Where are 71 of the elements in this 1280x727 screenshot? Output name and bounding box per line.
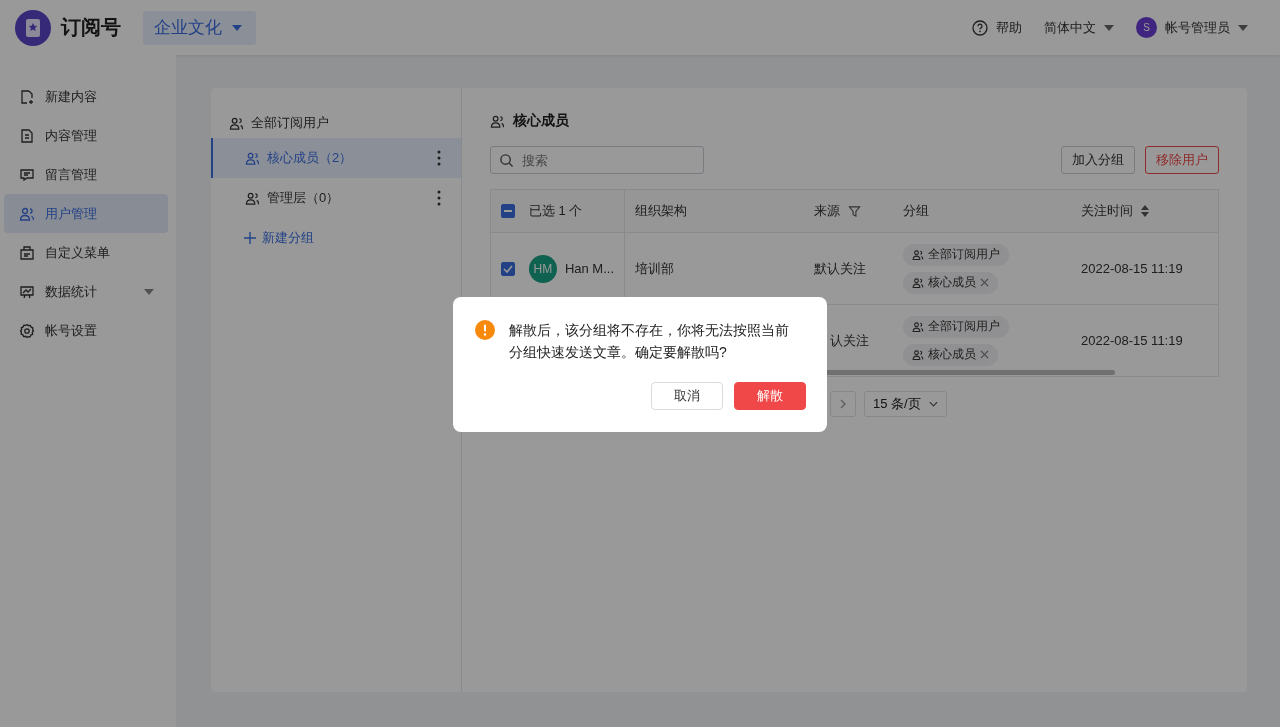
user-avatar: S <box>1136 17 1157 38</box>
new-group-link[interactable]: 新建分组 <box>211 218 314 258</box>
action-button[interactable]: 加入分组 <box>1061 146 1135 174</box>
all-users-item[interactable]: 全部订阅用户 <box>211 108 461 138</box>
filter-icon[interactable] <box>848 204 861 218</box>
column-header: 已选 1 个 <box>529 202 583 220</box>
table-cell: 2022-08-15 11:19 <box>1081 261 1183 276</box>
dialog-button[interactable]: 取消 <box>651 382 723 410</box>
group-item[interactable]: 管理层（0） <box>211 178 461 218</box>
close-icon[interactable] <box>980 278 989 287</box>
sidebar-item[interactable]: 新建内容 <box>4 77 168 116</box>
sidebar-item[interactable]: 帐号设置 <box>4 311 168 350</box>
group-tag: 核心成员 <box>903 343 998 366</box>
plus-icon <box>244 232 256 244</box>
comment-icon <box>19 166 35 183</box>
table-cell: 2022-08-15 11:19 <box>1081 333 1183 348</box>
page-size-dropdown[interactable]: 15 条/页 <box>864 391 947 417</box>
caret-icon <box>232 24 242 31</box>
app-title: 订阅号 <box>61 15 121 40</box>
caret-icon <box>1104 24 1114 31</box>
search-field[interactable]: 搜索 <box>490 146 704 174</box>
sort-icon[interactable] <box>1141 205 1149 217</box>
table-cell: 培训部 <box>635 259 674 278</box>
sidebar-item[interactable]: 留言管理 <box>4 155 168 194</box>
chart-icon <box>19 283 35 300</box>
new-file-icon <box>19 88 35 105</box>
caret-icon <box>1238 24 1248 31</box>
user-name: Han M... <box>564 261 614 276</box>
user-avatar: HM <box>528 254 557 283</box>
users-icon <box>490 113 505 129</box>
help-link[interactable]: 帮助 <box>972 18 1022 37</box>
document-icon <box>19 127 35 144</box>
column-header: 组织架构 <box>635 202 687 220</box>
sidebar-item[interactable]: 自定义菜单 <box>4 233 168 272</box>
more-icon[interactable] <box>437 190 441 206</box>
users-icon <box>245 150 260 166</box>
dialog-message: 解散后，该分组将不存在，你将无法按照当前分组快速发送文章。确定要解散吗? <box>509 321 790 362</box>
select-all-checkbox[interactable] <box>501 204 515 218</box>
users-icon <box>912 348 924 361</box>
dialog-button[interactable]: 解散 <box>734 382 806 410</box>
logo-icon <box>15 9 51 46</box>
sidebar-item[interactable]: 数据统计 <box>4 272 168 311</box>
column-header: 分组 <box>903 202 929 220</box>
group-tag: 全部订阅用户 <box>903 315 1009 338</box>
sidebar-item[interactable]: 内容管理 <box>4 116 168 155</box>
column-header: 来源 <box>814 202 840 220</box>
warning-icon <box>475 320 495 340</box>
group-item[interactable]: 核心成员（2） <box>211 138 461 178</box>
help-icon <box>972 19 988 36</box>
column-header: 关注时间 <box>1081 202 1133 220</box>
users-icon <box>229 115 244 131</box>
users-icon <box>912 248 924 261</box>
more-icon[interactable] <box>437 150 441 166</box>
caret-icon[interactable] <box>144 288 154 295</box>
settings-icon <box>19 322 35 339</box>
chevron-down-icon <box>928 401 938 407</box>
users-icon <box>912 276 924 289</box>
users-icon <box>245 190 260 206</box>
panel-title: 核心成员 <box>513 112 569 130</box>
group-tag: 核心成员 <box>903 271 998 294</box>
table-cell: 默认关注 <box>814 259 866 278</box>
table-cell: 认关注 <box>830 331 869 350</box>
close-icon[interactable] <box>980 350 989 359</box>
menu-icon <box>19 244 35 261</box>
group-tag: 全部订阅用户 <box>903 243 1009 266</box>
row-checkbox[interactable] <box>501 261 515 276</box>
language-dropdown[interactable]: 简体中文 <box>1044 18 1114 37</box>
chevron-right-icon <box>840 399 846 409</box>
user-menu[interactable]: S 帐号管理员 <box>1136 17 1248 38</box>
users-icon <box>912 320 924 333</box>
users-icon <box>19 205 35 222</box>
